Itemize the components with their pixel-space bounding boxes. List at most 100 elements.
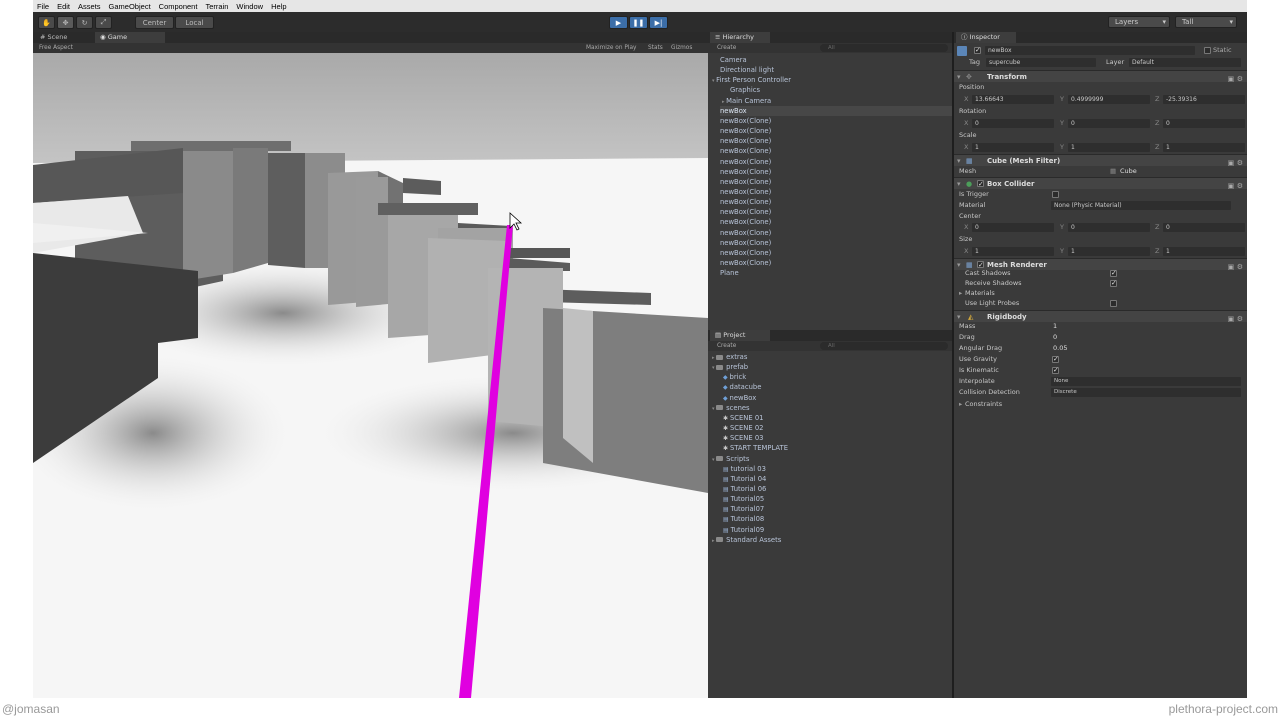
tag-dropdown[interactable]: supercube bbox=[986, 58, 1096, 67]
static-checkbox[interactable] bbox=[1204, 47, 1211, 54]
layer-dropdown[interactable]: Default bbox=[1129, 58, 1241, 67]
is-kinematic-checkbox[interactable] bbox=[1052, 365, 1059, 376]
hierarchy-item[interactable]: newBox(Clone) bbox=[720, 126, 771, 136]
hierarchy-item[interactable]: Plane bbox=[720, 268, 739, 278]
project-search-input[interactable]: All bbox=[820, 342, 948, 350]
hierarchy-item[interactable]: ▾ First Person Controller bbox=[712, 75, 791, 85]
project-item[interactable]: ▾ scenes bbox=[712, 403, 750, 413]
tab-hierarchy[interactable]: ≡ Hierarchy bbox=[710, 32, 770, 43]
transform-header[interactable]: ▾ ✥ Transform ▣ ⚙ bbox=[954, 70, 1247, 83]
project-item[interactable]: ✱ SCENE 01 bbox=[723, 413, 763, 423]
interpolate-dropdown[interactable]: None bbox=[1051, 377, 1241, 386]
object-name-field[interactable]: newBox bbox=[985, 46, 1195, 55]
layout-dropdown[interactable]: Tall ▾ bbox=[1175, 16, 1237, 28]
hierarchy-item[interactable]: newBox(Clone) bbox=[720, 187, 771, 197]
light-probes-checkbox[interactable] bbox=[1110, 300, 1117, 307]
mesh-filter-header[interactable]: ▾ ▦ Cube (Mesh Filter) ▣ ⚙ bbox=[954, 154, 1247, 167]
aspect-dropdown[interactable]: Free Aspect bbox=[39, 43, 73, 53]
size-y-field[interactable]: 1 bbox=[1068, 247, 1150, 256]
hierarchy-item[interactable]: newBox(Clone) bbox=[720, 258, 771, 268]
mass-value[interactable]: 1 bbox=[1053, 321, 1057, 332]
step-button[interactable]: ▶| bbox=[649, 16, 668, 29]
menu-component[interactable]: Component bbox=[155, 2, 202, 11]
project-item[interactable]: ▤ Tutorial08 bbox=[723, 514, 764, 524]
menu-help[interactable]: Help bbox=[267, 2, 290, 11]
layers-dropdown[interactable]: Layers ▾ bbox=[1108, 16, 1170, 28]
mesh-value[interactable]: Cube bbox=[1120, 166, 1137, 177]
collision-detection-dropdown[interactable]: Discrete bbox=[1051, 388, 1241, 397]
hand-tool-button[interactable]: ✋ bbox=[38, 16, 55, 29]
scale-z-field[interactable]: 1 bbox=[1163, 143, 1245, 152]
project-item[interactable]: ▤ Tutorial05 bbox=[723, 494, 764, 504]
menu-terrain[interactable]: Terrain bbox=[201, 2, 232, 11]
pause-button[interactable]: ❚❚ bbox=[629, 16, 648, 29]
scale-tool-button[interactable]: ⤢ bbox=[95, 16, 112, 29]
hierarchy-item[interactable]: newBox(Clone) bbox=[720, 167, 771, 177]
active-checkbox[interactable] bbox=[974, 45, 981, 56]
game-viewport[interactable] bbox=[33, 53, 708, 698]
project-item[interactable]: ✱ START TEMPLATE bbox=[723, 443, 788, 453]
physic-material-field[interactable]: None (Physic Material) bbox=[1051, 201, 1231, 210]
position-z-field[interactable]: -25.39316 bbox=[1163, 95, 1245, 104]
hierarchy-item[interactable]: Directional light bbox=[720, 65, 774, 75]
menu-file[interactable]: File bbox=[33, 2, 53, 11]
is-trigger-checkbox[interactable] bbox=[1052, 191, 1059, 198]
pivot-local-button[interactable]: Local bbox=[175, 16, 214, 29]
hierarchy-item[interactable]: newBox(Clone) bbox=[720, 146, 771, 156]
position-x-field[interactable]: 13.66643 bbox=[972, 95, 1054, 104]
receive-shadows-checkbox[interactable] bbox=[1110, 278, 1117, 289]
project-item[interactable]: ◆ datacube bbox=[723, 382, 761, 392]
hierarchy-item[interactable]: newBox(Clone) bbox=[720, 238, 771, 248]
constraints-row[interactable]: ▸ Constraints bbox=[954, 399, 1247, 410]
hierarchy-item[interactable]: newBox(Clone) bbox=[720, 217, 771, 227]
stats-toggle[interactable]: Stats bbox=[648, 43, 663, 53]
project-create-button[interactable]: Create bbox=[717, 341, 736, 351]
rotate-tool-button[interactable]: ↻ bbox=[76, 16, 93, 29]
pivot-center-button[interactable]: Center bbox=[135, 16, 174, 29]
center-x-field[interactable]: 0 bbox=[972, 223, 1054, 232]
gizmos-dropdown[interactable]: Gizmos bbox=[671, 43, 692, 53]
tab-scene[interactable]: # Scene bbox=[35, 32, 72, 43]
hierarchy-item[interactable]: newBox(Clone) bbox=[720, 207, 771, 217]
menu-assets[interactable]: Assets bbox=[74, 2, 105, 11]
play-button[interactable]: ▶ bbox=[609, 16, 628, 29]
rotation-x-field[interactable]: 0 bbox=[972, 119, 1054, 128]
project-item[interactable]: ◆ brick bbox=[723, 372, 746, 382]
use-gravity-checkbox[interactable] bbox=[1052, 354, 1059, 365]
scale-y-field[interactable]: 1 bbox=[1068, 143, 1150, 152]
project-item[interactable]: ✱ SCENE 03 bbox=[723, 433, 763, 443]
hierarchy-item[interactable]: newBox(Clone) bbox=[720, 248, 771, 258]
hierarchy-item[interactable]: newBox(Clone) bbox=[720, 177, 771, 187]
rotation-z-field[interactable]: 0 bbox=[1163, 119, 1245, 128]
size-z-field[interactable]: 1 bbox=[1163, 247, 1245, 256]
position-y-field[interactable]: 0.4999999 bbox=[1068, 95, 1150, 104]
project-item[interactable]: ▤ tutorial 03 bbox=[723, 464, 766, 474]
project-item[interactable]: ▾ prefab bbox=[712, 362, 748, 372]
project-item[interactable]: ▸ extras bbox=[712, 352, 747, 362]
box-collider-header[interactable]: ▾ ● Box Collider ▣ ⚙ bbox=[954, 177, 1247, 190]
scale-x-field[interactable]: 1 bbox=[972, 143, 1054, 152]
move-tool-button[interactable]: ✥ bbox=[57, 16, 74, 29]
menu-edit[interactable]: Edit bbox=[53, 2, 74, 11]
collider-enabled-checkbox[interactable] bbox=[977, 178, 984, 190]
hierarchy-item[interactable]: Camera bbox=[720, 55, 747, 65]
project-item[interactable]: ▸ Standard Assets bbox=[712, 535, 781, 545]
hierarchy-item[interactable]: newBox(Clone) bbox=[720, 197, 771, 207]
hierarchy-item[interactable]: ▸ Main Camera bbox=[722, 96, 771, 106]
project-item[interactable]: ✱ SCENE 02 bbox=[723, 423, 763, 433]
rotation-y-field[interactable]: 0 bbox=[1068, 119, 1150, 128]
project-item[interactable]: ▤ Tutorial07 bbox=[723, 504, 764, 514]
hierarchy-item[interactable]: newBox(Clone) bbox=[720, 157, 771, 167]
project-item[interactable]: ▤ Tutorial 04 bbox=[723, 474, 766, 484]
project-item[interactable]: ◆ newBox bbox=[723, 393, 756, 403]
hierarchy-item-selected[interactable]: newBox bbox=[720, 105, 952, 116]
menu-gameobject[interactable]: GameObject bbox=[105, 2, 155, 11]
hierarchy-item[interactable]: newBox(Clone) bbox=[720, 136, 771, 146]
project-item[interactable]: ▤ Tutorial09 bbox=[723, 525, 764, 535]
project-item[interactable]: ▾ Scripts bbox=[712, 454, 749, 464]
cast-shadows-checkbox[interactable] bbox=[1110, 268, 1117, 279]
hierarchy-item[interactable]: newBox(Clone) bbox=[720, 116, 771, 126]
tab-inspector[interactable]: ⓘ Inspector bbox=[956, 32, 1016, 43]
center-y-field[interactable]: 0 bbox=[1068, 223, 1150, 232]
drag-value[interactable]: 0 bbox=[1053, 332, 1057, 343]
